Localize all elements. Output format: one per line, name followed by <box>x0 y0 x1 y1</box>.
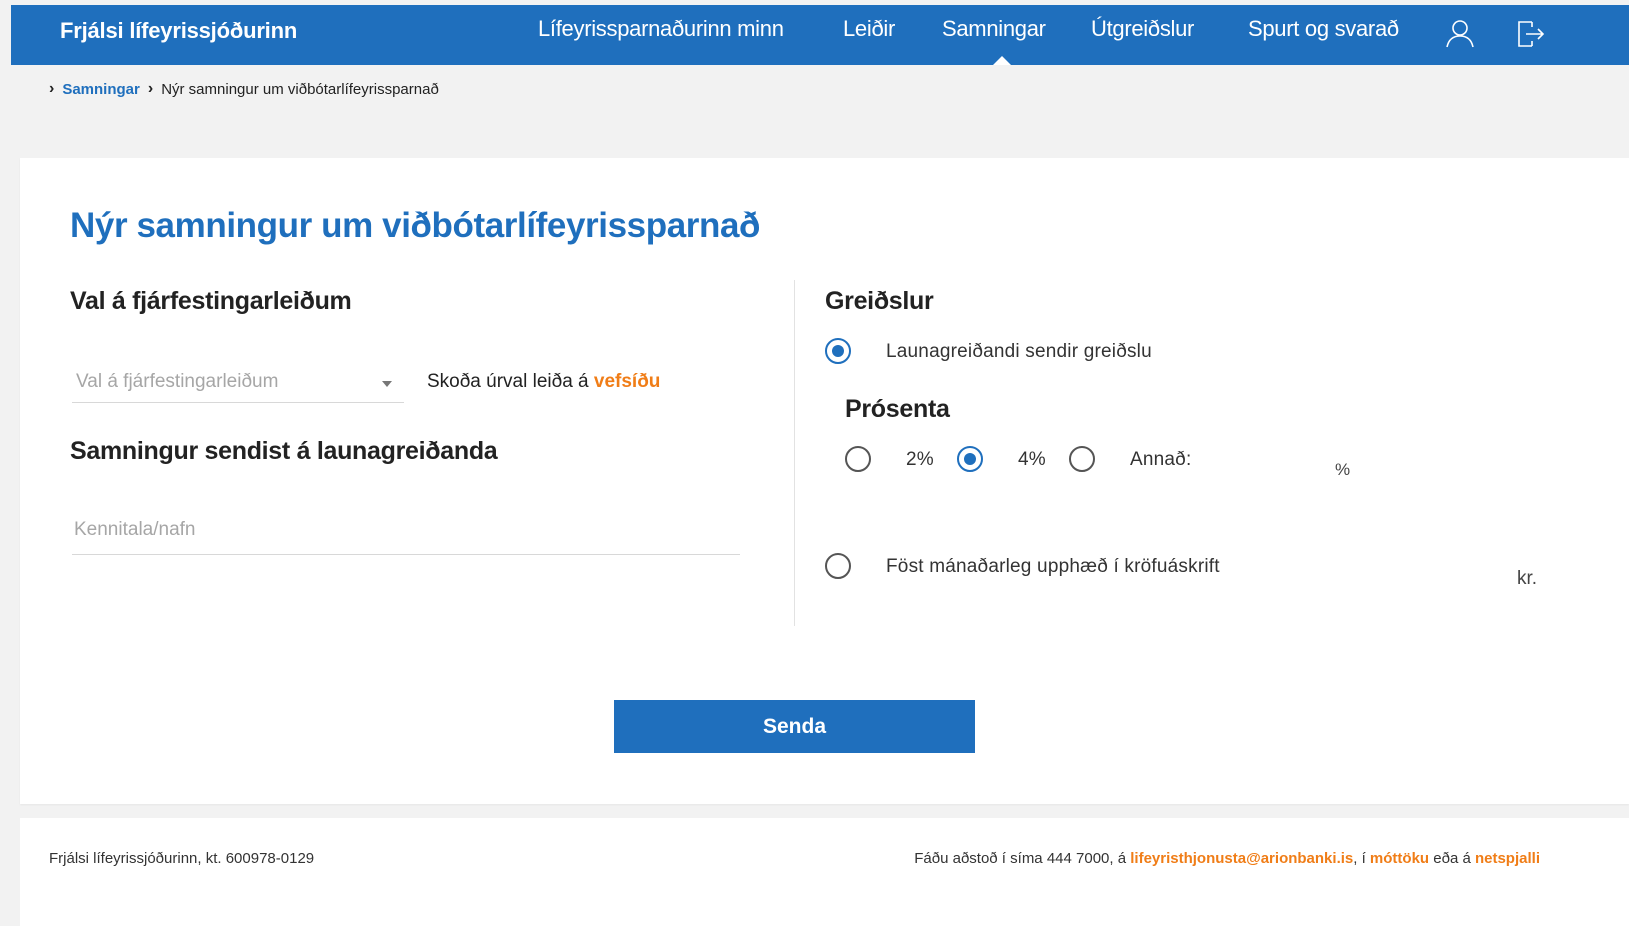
percent-heading: Prósenta <box>845 395 950 423</box>
chevron-right-icon: › <box>49 80 55 97</box>
column-divider <box>794 280 795 626</box>
nav-item-payouts[interactable]: Útgreiðslur <box>1091 14 1194 44</box>
footer: Frjálsi lífeyrissjóðurinn, kt. 600978-01… <box>20 818 1629 926</box>
footer-help-or: eða á <box>1429 850 1475 867</box>
radio-percent-2[interactable] <box>845 446 871 472</box>
nav-item-faq[interactable]: Spurt og svarað <box>1248 14 1399 44</box>
footer-reception-link[interactable]: móttöku <box>1370 850 1429 867</box>
user-icon[interactable] <box>1443 16 1477 50</box>
view-funds-text: Skoða úrval leiða á vefsíðu <box>427 371 660 393</box>
active-nav-indicator <box>993 56 1011 65</box>
view-funds-label: Skoða úrval leiða á <box>427 371 594 392</box>
nav-item-savings[interactable]: Lífeyrissparnaðurinn minn <box>538 14 784 44</box>
logout-icon[interactable] <box>1512 16 1546 50</box>
top-navigation-bar: Frjálsi lífeyrissjóðurinn Lífeyrissparna… <box>11 5 1629 65</box>
currency-unit: kr. <box>1517 568 1538 589</box>
radio-employer-sends[interactable] <box>825 338 851 364</box>
footer-company-info: Frjálsi lífeyrissjóðurinn, kt. 600978-01… <box>49 850 315 867</box>
contract-form-card: Nýr samningur um viðbótarlífeyrissparnað… <box>20 158 1629 804</box>
employer-heading: Samningur sendist á launagreiðanda <box>70 437 498 465</box>
breadcrumb-link-contracts[interactable]: Samningar <box>62 81 140 98</box>
radio-percent-4[interactable] <box>957 446 983 472</box>
breadcrumb-current: Nýr samningur um viðbótarlífeyrissparnað <box>161 80 439 98</box>
radio-fixed-amount[interactable] <box>825 553 851 579</box>
investment-select-placeholder: Val á fjárfestingarleiðum <box>76 371 279 392</box>
employer-id-input[interactable] <box>72 505 740 555</box>
caret-down-icon <box>382 381 392 387</box>
footer-help-text: Fáðu aðstoð í síma 444 7000, á lifeyrist… <box>914 850 1540 867</box>
investment-select[interactable]: Val á fjárfestingarleiðum <box>72 361 404 403</box>
footer-help-mid: , í <box>1353 850 1370 867</box>
nav-item-funds[interactable]: Leiðir <box>843 14 895 44</box>
footer-help-prefix: Fáðu aðstoð í síma 444 7000, á <box>914 850 1131 867</box>
radio-percent-4-label: 4% <box>1018 449 1046 470</box>
radio-percent-2-label: 2% <box>906 449 934 470</box>
investment-heading: Val á fjárfestingarleiðum <box>70 287 352 315</box>
footer-email-link[interactable]: lifeyristhjonusta@arionbanki.is <box>1130 850 1353 867</box>
radio-fixed-amount-label: Föst mánaðarleg upphæð í kröfuáskrift <box>886 556 1220 577</box>
page-title: Nýr samningur um viðbótarlífeyrissparnað <box>70 206 761 245</box>
footer-chat-link[interactable]: netspjalli <box>1475 850 1540 867</box>
radio-employer-sends-label: Launagreiðandi sendir greiðslu <box>886 341 1152 362</box>
website-link[interactable]: vefsíðu <box>594 371 661 392</box>
radio-percent-other[interactable] <box>1069 446 1095 472</box>
percent-unit: % <box>1335 460 1351 479</box>
breadcrumb: › Samningar › Nýr samningur um viðbótarl… <box>49 80 439 98</box>
main-nav: Lífeyrissparnaðurinn minn Leiðir Samning… <box>11 14 1629 54</box>
radio-percent-other-label: Annað: <box>1130 449 1192 470</box>
nav-item-contracts[interactable]: Samningar <box>942 14 1046 44</box>
chevron-right-icon: › <box>147 80 154 97</box>
payments-heading: Greiðslur <box>825 287 934 315</box>
send-button[interactable]: Senda <box>614 700 975 753</box>
